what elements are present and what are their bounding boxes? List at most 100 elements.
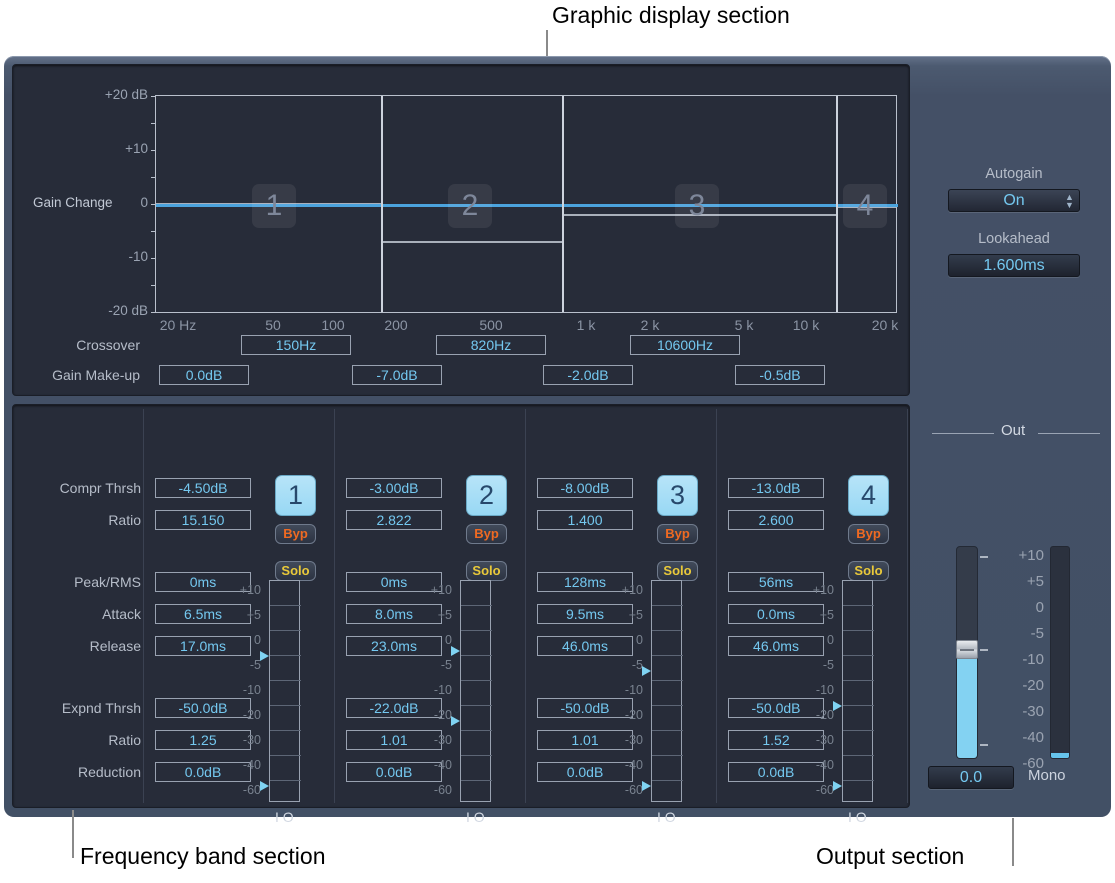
fader-tick-top [980, 556, 988, 558]
band-4-compr-thrsh-field[interactable]: -13.0dB [728, 478, 824, 498]
band-3-compr-ratio-field[interactable]: 1.400 [537, 510, 633, 530]
meter-gradation [843, 705, 874, 706]
band-3-meter-tick: +5 [601, 608, 643, 622]
band-1-compr-ratio-field[interactable]: 15.150 [155, 510, 251, 530]
band-1-compr-threshold-pointer[interactable] [260, 651, 269, 661]
meter-gradation [652, 605, 683, 606]
gain-makeup-field-2[interactable]: -7.0dB [352, 365, 442, 385]
axis-tick [151, 258, 156, 259]
crossover-field-2[interactable]: 820Hz [436, 335, 546, 355]
y-tick-minus20: -20 dB [58, 303, 148, 318]
meter-gradation [843, 680, 874, 681]
annotation-output: Output section [816, 843, 964, 870]
axis-tick [151, 231, 156, 232]
meter-gradation [461, 680, 492, 681]
meter-gradation [652, 630, 683, 631]
band-4-bypass-button[interactable]: Byp [848, 524, 889, 544]
lookahead-field[interactable]: 1.600ms [948, 254, 1080, 277]
band-4-solo-button[interactable]: Solo [848, 561, 889, 581]
label-expnd-thrsh: Expnd Thrsh [13, 700, 141, 716]
band-1-compr-thrsh-field[interactable]: -4.50dB [155, 478, 251, 498]
band-2-bypass-button[interactable]: Byp [466, 524, 507, 544]
graph-band-badge-1[interactable]: 1 [252, 184, 296, 228]
band-3-select-button[interactable]: 3 [657, 475, 698, 516]
out-scale-tick: -30 [1004, 703, 1044, 720]
gain-makeup-field-3[interactable]: -2.0dB [543, 365, 633, 385]
y-tick-plus10: +10 [58, 141, 148, 156]
band-4-meter-tick: -60 [792, 783, 834, 797]
meter-gradation [652, 705, 683, 706]
band-2-compr-threshold-pointer[interactable] [451, 646, 460, 656]
band-1-meter-tick: -40 [219, 758, 261, 772]
band-1-meter-tick: +5 [219, 608, 261, 622]
frequency-band-section: Compr Thrsh Ratio Peak/RMS Attack Releas… [12, 404, 910, 808]
graph-y-axis-title: Gain Change [33, 195, 133, 210]
band-3-io-label: I O [657, 809, 676, 825]
output-fader-knob[interactable] [956, 640, 978, 659]
gain-change-graph[interactable]: +20 dB +10 0 -10 -20 dB Gain Change [13, 65, 911, 397]
fader-tick-middle [980, 649, 988, 651]
band-3-bypass-button[interactable]: Byp [657, 524, 698, 544]
band-1-select-button[interactable]: 1 [275, 475, 316, 516]
band-1-meter-tick: -60 [219, 783, 261, 797]
autogain-popup[interactable]: On ▲▼ [948, 189, 1080, 212]
band-4-select-button[interactable]: 4 [848, 475, 889, 516]
meter-gradation [843, 655, 874, 656]
x-tick-50: 50 [265, 317, 281, 333]
chevron-updown-icon: ▲▼ [1065, 193, 1073, 209]
band-3-compr-thrsh-field[interactable]: -8.00dB [537, 478, 633, 498]
out-rule-right [1038, 433, 1100, 434]
meter-gradation [461, 755, 492, 756]
crossover-field-3[interactable]: 10600Hz [630, 335, 740, 355]
graph-band-badge-3[interactable]: 3 [675, 184, 719, 228]
band-1-io-label: I O [275, 809, 294, 825]
label-peak-rms: Peak/RMS [13, 574, 141, 590]
graph-plot-area[interactable]: 1 2 3 4 [155, 95, 897, 313]
label-release: Release [13, 638, 141, 654]
label-reduction: Reduction [13, 764, 141, 780]
axis-tick [151, 150, 156, 151]
band-2-expnd-threshold-pointer[interactable] [451, 716, 460, 726]
band-4-compr-ratio-field[interactable]: 2.600 [728, 510, 824, 530]
band-2-meter-tick: -10 [410, 683, 452, 697]
band-2-solo-button[interactable]: Solo [466, 561, 507, 581]
band-1-level-meter [269, 580, 300, 802]
column-divider [334, 409, 335, 803]
band-2-select-button[interactable]: 2 [466, 475, 507, 516]
meter-gradation [270, 680, 301, 681]
x-tick-500: 500 [479, 317, 502, 333]
gain-makeup-field-1[interactable]: 0.0dB [159, 365, 249, 385]
band-4-expnd-threshold-pointer[interactable] [833, 781, 842, 791]
output-meter-fill [1051, 753, 1069, 758]
band-2-meter-tick: 0 [410, 633, 452, 647]
band-2-compr-thrsh-field[interactable]: -3.00dB [346, 478, 442, 498]
meter-gradation [843, 780, 874, 781]
band-1-bypass-button[interactable]: Byp [275, 524, 316, 544]
leader-line-output [1012, 818, 1014, 866]
out-rule-left [932, 433, 994, 434]
graph-band-badge-4[interactable]: 4 [843, 184, 887, 228]
band-1-meter-tick: -10 [219, 683, 261, 697]
graph-band-badge-2[interactable]: 2 [448, 184, 492, 228]
meter-gradation [270, 755, 301, 756]
meter-gradation [843, 730, 874, 731]
band-3-solo-button[interactable]: Solo [657, 561, 698, 581]
band-3-expnd-threshold-pointer[interactable] [642, 781, 651, 791]
axis-tick [151, 312, 156, 313]
band-3-compr-threshold-pointer[interactable] [642, 666, 651, 676]
band-1-meter-tick: -5 [219, 658, 261, 672]
band-2-compr-ratio-field[interactable]: 2.822 [346, 510, 442, 530]
axis-tick [151, 177, 156, 178]
makeup-line-band-2[interactable] [383, 241, 562, 243]
band-1-meter-tick: 0 [219, 633, 261, 647]
axis-tick [151, 123, 156, 124]
band-1-expnd-threshold-pointer[interactable] [260, 781, 269, 791]
crossover-field-1[interactable]: 150Hz [241, 335, 351, 355]
band-4-compr-threshold-pointer[interactable] [833, 701, 842, 711]
meter-gradation [461, 730, 492, 731]
output-gain-field[interactable]: 0.0 [928, 766, 1014, 789]
gain-makeup-field-4[interactable]: -0.5dB [735, 365, 825, 385]
band-2-meter-tick: -5 [410, 658, 452, 672]
band-1-solo-button[interactable]: Solo [275, 561, 316, 581]
out-scale-tick: -40 [1004, 729, 1044, 746]
